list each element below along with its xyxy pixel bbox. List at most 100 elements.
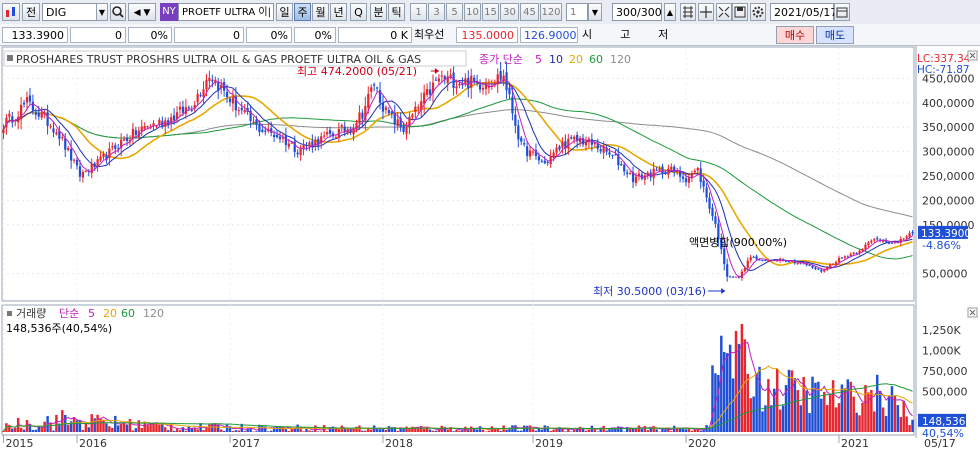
candle-body [570, 137, 573, 139]
candle-body [734, 276, 738, 278]
expand-icon[interactable] [716, 3, 732, 21]
candle-body [240, 107, 243, 111]
candle-body [755, 256, 758, 260]
volume-bar [164, 427, 167, 432]
x-axis-label: 2020 [688, 437, 716, 450]
volume-bar [825, 405, 829, 432]
candle-body [608, 152, 611, 155]
volume-bar [531, 429, 535, 432]
candle-body [414, 106, 417, 113]
candle-body [125, 137, 129, 142]
gear-icon[interactable] [750, 3, 766, 21]
candle-body [22, 102, 26, 105]
candle-body [396, 119, 399, 127]
volume-title: 거래량 [16, 307, 46, 320]
candle-body [37, 112, 40, 117]
volume-bar [66, 424, 70, 432]
interval-3[interactable]: 3 [428, 3, 445, 21]
interval-unit-select[interactable]: 1 [566, 3, 588, 21]
count-spinner-icon[interactable]: ▲ [664, 3, 676, 21]
volume-bar [820, 398, 823, 432]
interval-120[interactable]: 120 [540, 3, 562, 21]
interval-30[interactable]: 30 [500, 3, 519, 21]
candle-body [596, 143, 599, 149]
candle-body [261, 129, 264, 132]
volume-bar [378, 429, 382, 432]
volume-bar [670, 431, 673, 432]
volume-bar [855, 412, 858, 432]
x-axis-label: 2018 [385, 437, 413, 450]
ticker-dropdown-icon[interactable]: ▼ [96, 3, 108, 21]
history-dropdown-icon[interactable]: ◀ ▼ [128, 3, 156, 21]
interval-5[interactable]: 5 [446, 3, 463, 21]
candle-body [84, 171, 87, 173]
candle-body [325, 132, 329, 135]
tab-day[interactable]: 일 [276, 3, 293, 21]
candle-body [708, 197, 711, 209]
volume-bar [122, 423, 126, 432]
interval-10[interactable]: 10 [464, 3, 481, 21]
candle-body [134, 130, 137, 135]
search-icon[interactable] [110, 3, 126, 21]
candle-body [102, 154, 105, 158]
buy-button[interactable]: 매수 [776, 26, 814, 44]
tab-month[interactable]: 월 [312, 3, 329, 21]
volume-bar [422, 428, 426, 432]
sell-button[interactable]: 매도 [816, 26, 854, 44]
market-code-button[interactable]: 전 [22, 3, 40, 21]
interval-45[interactable]: 45 [520, 3, 539, 21]
volume-bar [717, 374, 720, 432]
volume-bar [78, 419, 82, 432]
volume-bar [428, 429, 432, 432]
volume-bar [884, 416, 888, 432]
grid-icon[interactable] [680, 3, 696, 21]
volume-bar [584, 430, 588, 432]
volume-bar [111, 427, 114, 432]
volume-bar [631, 428, 635, 432]
candle-body [275, 134, 279, 138]
volume-bar [2, 431, 5, 432]
candle-body [220, 84, 223, 89]
tab-minute[interactable]: 분 [370, 3, 387, 21]
crosshair-icon[interactable] [698, 3, 714, 21]
volume-bar [269, 430, 273, 432]
volume-bar [899, 417, 902, 432]
interval-15[interactable]: 15 [482, 3, 499, 21]
date-field[interactable]: 2021/05/17 [770, 3, 837, 21]
volume-bar [711, 365, 714, 432]
tab-year[interactable]: 년 [330, 3, 347, 21]
volume-bar [908, 425, 911, 432]
candle-body [252, 121, 255, 123]
chart-type-icon[interactable] [2, 3, 20, 21]
candle-body [190, 110, 193, 112]
candle-body [664, 172, 667, 174]
bar-count-field[interactable]: 300/300 [612, 3, 662, 21]
candle-body [343, 126, 346, 132]
price-axis-label: 200,0000 [922, 194, 975, 207]
candle-body [428, 89, 432, 95]
candle-body [55, 132, 58, 135]
volume-bar [166, 430, 170, 432]
volume-bar [369, 429, 373, 432]
candle-body [467, 77, 470, 89]
volume-bar [146, 425, 149, 432]
tab-week[interactable]: 주 [294, 3, 311, 21]
volume-bar [725, 353, 729, 432]
volume-bar [743, 339, 747, 432]
stock-chart[interactable]: PROSHARES TRUST PROSHRS ULTRA OIL & GAS … [0, 46, 980, 453]
interval-dropdown-icon[interactable]: ▼ [588, 3, 602, 21]
candle-body [749, 257, 752, 261]
x-axis-label: 2017 [232, 437, 260, 450]
volume-bar [255, 431, 258, 432]
save-icon[interactable] [732, 3, 748, 21]
candle-body [243, 110, 246, 113]
calendar-icon[interactable] [834, 3, 850, 21]
candle-body [867, 242, 870, 245]
price-axis-label: 250,0000 [922, 170, 975, 183]
interval-1[interactable]: 1 [410, 3, 427, 21]
q-button[interactable]: Q [350, 3, 367, 21]
candle-body [817, 268, 820, 270]
tab-tick[interactable]: 틱 [388, 3, 405, 21]
candle-body [652, 168, 655, 179]
candle-body [752, 256, 755, 258]
